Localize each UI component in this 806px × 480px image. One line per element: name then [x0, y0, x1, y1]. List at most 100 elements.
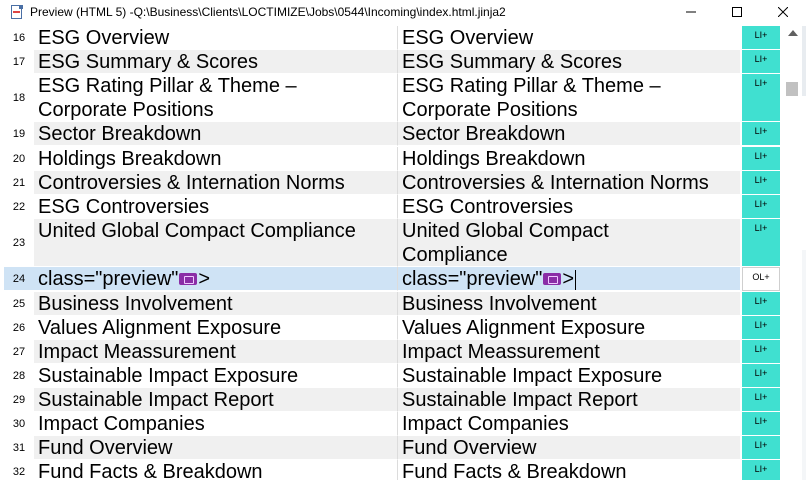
segment-status-badge: LI+ — [742, 388, 780, 412]
segment-status-badge: LI+ — [742, 50, 780, 74]
target-cell[interactable]: Business Involvement — [398, 292, 740, 316]
inline-tag-icon[interactable] — [179, 272, 198, 285]
target-cell[interactable]: Sector Breakdown — [398, 122, 740, 146]
segment-number: 19 — [4, 122, 34, 146]
segment-row[interactable]: 17 ESG Summary & Scores ESG Summary & Scor… — [4, 50, 780, 74]
vertical-scrollbar[interactable] — [784, 26, 802, 480]
target-cell[interactable]: Sustainable Impact Report — [398, 388, 740, 412]
segment-number: 17 — [4, 50, 34, 74]
segment-row[interactable]: 24 class="preview" > class="preview" > OL+ — [4, 267, 780, 291]
segment-number: 16 — [4, 26, 34, 50]
scroll-thumb[interactable] — [786, 82, 798, 96]
segment-number: 21 — [4, 171, 34, 195]
segment-row[interactable]: 30 Impact Companies Impact Companies LI+ — [4, 412, 780, 436]
segment-row[interactable]: 23 United Global Compact Compliance United… — [4, 219, 780, 267]
target-cell[interactable]: ESG Overview — [398, 26, 740, 50]
segment-status-badge: LI+ — [742, 195, 780, 219]
segment-row[interactable]: 27 Impact Meassurement Impact Meassurement… — [4, 340, 780, 364]
segment-number: 22 — [4, 195, 34, 219]
segment-number: 28 — [4, 364, 34, 388]
segment-text-line: Corporate Positions — [402, 99, 578, 121]
segment-row[interactable]: 18 ESG Rating Pillar & Theme – Corporate P… — [4, 74, 780, 122]
segment-status-badge: LI+ — [742, 292, 780, 316]
segment-status-badge: LI+ — [742, 460, 780, 480]
segment-text-line: ESG Rating Pillar & Theme – — [402, 75, 661, 97]
target-cell[interactable]: Impact Meassurement — [398, 340, 740, 364]
target-cell[interactable]: Impact Companies — [398, 412, 740, 436]
segment-status-badge: LI+ — [742, 26, 780, 50]
segment-row[interactable]: 25 Business Involvement Business Involveme… — [4, 292, 780, 316]
segment-row[interactable]: 32 Fund Facts & Breakdown Fund Facts & Bre… — [4, 460, 780, 480]
segment-row[interactable]: 21 Controversies & Internation Norms Contr… — [4, 171, 780, 195]
target-cell[interactable]: Values Alignment Exposure — [398, 316, 740, 340]
segment-row[interactable]: 22 ESG Controversies ESG Controversies LI+ — [4, 195, 780, 219]
source-cell: Impact Companies — [34, 412, 398, 436]
minimize-icon — [686, 11, 696, 13]
segment-status-badge: LI+ — [742, 147, 780, 171]
segment-row[interactable]: 20 Holdings Breakdown Holdings Breakdown LI… — [4, 147, 780, 171]
segment-row[interactable]: 31 Fund Overview Fund Overview LI+ — [4, 436, 780, 460]
target-cell[interactable]: ESG Controversies — [398, 195, 740, 219]
source-cell: Sustainable Impact Exposure — [34, 364, 398, 388]
segment-text-line: ESG Summary & Scores — [38, 51, 259, 73]
target-cell[interactable]: ESG Rating Pillar & Theme – Corporate Pos… — [398, 74, 740, 122]
segment-text-line: Fund Overview — [38, 437, 173, 459]
segment-text-line: Holdings Breakdown — [38, 148, 222, 170]
window-title: Preview (HTML 5) -Q:\Business\Clients\LO… — [30, 5, 506, 19]
target-cell[interactable]: class="preview" > — [398, 267, 740, 291]
maximize-button[interactable] — [714, 0, 760, 24]
preview-app-icon — [10, 5, 24, 19]
source-cell: Fund Overview — [34, 436, 398, 460]
target-text: class="preview" — [402, 268, 543, 290]
segment-text-line: ESG Overview — [38, 27, 170, 49]
source-cell: Sustainable Impact Report — [34, 388, 398, 412]
segment-row[interactable]: 28 Sustainable Impact Exposure Sustainable… — [4, 364, 780, 388]
minimize-button[interactable] — [668, 0, 714, 24]
maximize-icon — [732, 7, 742, 17]
source-cell: ESG Overview — [34, 26, 398, 50]
segment-text-line: Sustainable Impact Report — [38, 389, 274, 411]
target-cell[interactable]: Controversies & Internation Norms — [398, 171, 740, 195]
segment-status-badge: LI+ — [742, 122, 780, 146]
segment-status-badge: LI+ — [742, 364, 780, 388]
segment-text-line: Impact Meassurement — [38, 341, 236, 363]
segment-text-line: Business Involvement — [402, 293, 597, 315]
close-icon — [778, 7, 788, 17]
segment-text-line: ESG Controversies — [402, 196, 574, 218]
text-cursor — [575, 269, 577, 290]
source-cell: Controversies & Internation Norms — [34, 171, 398, 195]
inline-tag-icon[interactable] — [543, 272, 562, 285]
segment-status-badge: LI+ — [742, 316, 780, 340]
segment-number: 31 — [4, 436, 34, 460]
segment-number: 26 — [4, 316, 34, 340]
segment-row[interactable]: 19 Sector Breakdown Sector Breakdown LI+ — [4, 122, 780, 146]
source-text: class="preview" — [38, 268, 179, 290]
scroll-up-icon[interactable] — [788, 30, 798, 36]
target-cell[interactable]: Fund Overview — [398, 436, 740, 460]
segment-text-line: Holdings Breakdown — [402, 148, 586, 170]
segment-text-line: ESG Overview — [402, 27, 534, 49]
segment-text-line: ESG Rating Pillar & Theme – — [38, 75, 297, 97]
target-cell[interactable]: Holdings Breakdown — [398, 147, 740, 171]
window-controls — [668, 0, 806, 24]
segment-row[interactable]: 16 ESG Overview ESG Overview LI+ — [4, 26, 780, 50]
segment-text-line: Sustainable Impact Report — [402, 389, 638, 411]
segment-grid[interactable]: 16 ESG Overview ESG Overview LI+ 17 ESG Summa… — [4, 26, 780, 480]
segment-text-line: Sustainable Impact Exposure — [402, 365, 663, 387]
close-button[interactable] — [760, 0, 806, 24]
source-cell: ESG Rating Pillar & Theme – Corporate Pos… — [34, 74, 398, 122]
segment-status-badge: LI+ — [742, 436, 780, 460]
target-cell[interactable]: United Global Compact Compliance — [398, 219, 740, 267]
segment-number: 18 — [4, 74, 34, 122]
title-bar[interactable]: Preview (HTML 5) -Q:\Business\Clients\LO… — [0, 0, 806, 24]
target-cell[interactable]: Fund Facts & Breakdown — [398, 460, 740, 480]
target-cell[interactable]: Sustainable Impact Exposure — [398, 364, 740, 388]
source-cell: United Global Compact Compliance — [34, 219, 398, 267]
segment-row[interactable]: 29 Sustainable Impact Report Sustainable I… — [4, 388, 780, 412]
segment-row[interactable]: 26 Values Alignment Exposure Values Alignm… — [4, 316, 780, 340]
segment-number: 23 — [4, 219, 34, 267]
background-window-edge — [802, 26, 806, 96]
segment-status-badge: LI+ — [742, 74, 780, 122]
target-cell[interactable]: ESG Summary & Scores — [398, 50, 740, 74]
source-cell: Sector Breakdown — [34, 122, 398, 146]
